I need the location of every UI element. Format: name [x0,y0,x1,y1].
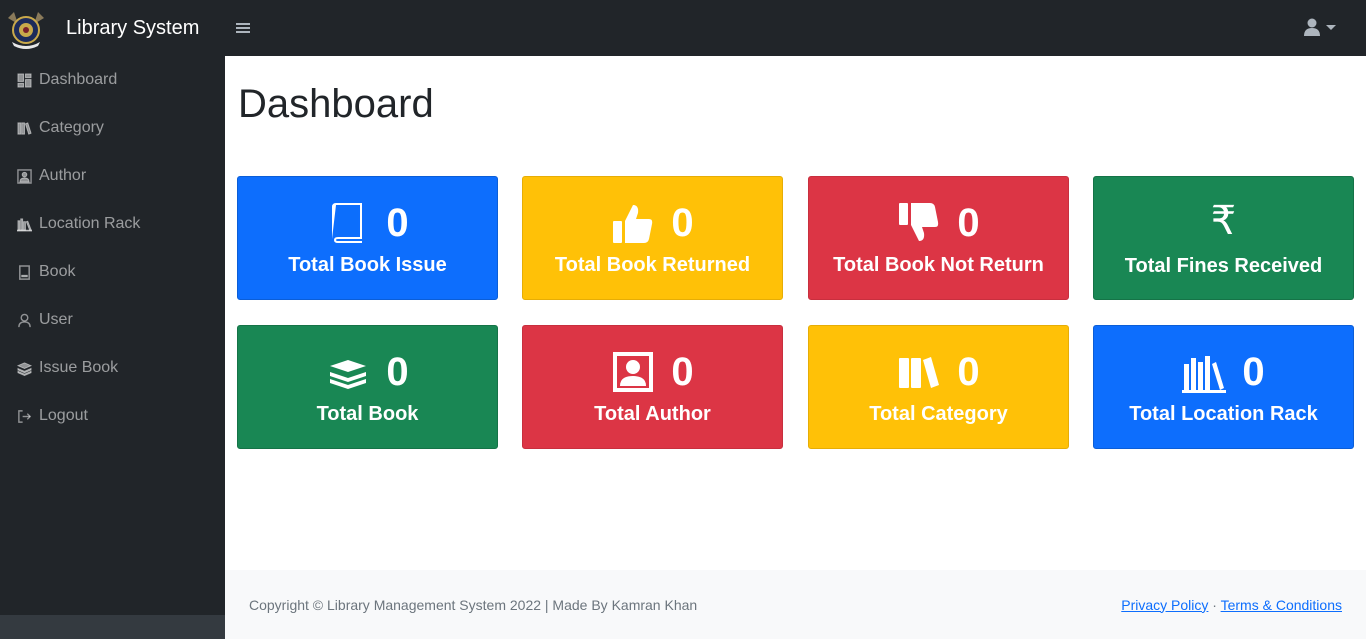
rack-icon [16,216,32,232]
app-title[interactable]: Library System [66,17,199,40]
sidebar-item-issue-book[interactable]: Issue Book [0,344,225,392]
thumbs-up-icon [613,205,653,243]
sidebar-item-label: Dashboard [39,71,118,88]
card-total-fines-received[interactable]: ₹ Total Fines Received [1093,176,1354,300]
sidebar: Dashboard Category Author Location Rack … [0,56,225,639]
sidebar-item-label: Location Rack [39,215,141,232]
card-total-author[interactable]: 0 Total Author [522,325,783,449]
card-label: Total Book Not Return [833,254,1044,276]
footer-links: Privacy Policy · Terms & Conditions [1121,597,1342,613]
sidebar-footer [0,615,225,639]
card-value: 0 [1242,350,1265,394]
top-navbar: Library System [0,0,1366,56]
user-icon [16,312,32,328]
university-logo-icon[interactable] [2,4,50,52]
privacy-policy-link[interactable]: Privacy Policy [1121,597,1208,613]
hamburger-menu-icon [236,23,251,33]
sidebar-item-author[interactable]: Author [0,152,225,200]
chevron-down-icon [1326,24,1336,30]
footer-separator: · [1212,596,1217,613]
user-menu-dropdown[interactable] [1304,18,1336,36]
card-total-location-rack[interactable]: 0 Total Location Rack [1093,325,1354,449]
sidebar-item-label: Issue Book [39,359,119,376]
book-icon [332,203,363,243]
card-value: 0 [671,201,694,245]
card-value: 0 [671,350,694,394]
sidebar-item-book[interactable]: Book [0,248,225,296]
page-footer: Copyright © Library Management System 20… [225,570,1366,639]
card-total-book-issue[interactable]: 0 Total Book Issue [237,176,498,300]
card-total-category[interactable]: 0 Total Category [808,325,1069,449]
card-label: Total Book [316,403,419,425]
sidebar-toggle-button[interactable] [233,18,253,38]
sidebar-item-user[interactable]: User [0,296,225,344]
card-label: Total Category [869,403,1008,425]
user-icon [1304,18,1320,36]
sidebar-item-label: Logout [39,407,88,424]
card-total-book-not-return[interactable]: 0 Total Book Not Return [808,176,1069,300]
rack-icon [1182,356,1227,393]
card-value: 0 [386,350,409,394]
sidebar-item-dashboard[interactable]: Dashboard [0,56,225,104]
sidebar-item-label: Author [39,167,87,184]
terms-conditions-link[interactable]: Terms & Conditions [1221,597,1342,613]
card-label: Total Author [594,403,711,425]
page-title: Dashboard [238,82,434,126]
sidebar-item-location-rack[interactable]: Location Rack [0,200,225,248]
card-label: Total Book Issue [288,254,447,276]
card-value: 0 [957,201,980,245]
sidebar-item-logout[interactable]: Logout [0,392,225,440]
card-total-book[interactable]: 0 Total Book [237,325,498,449]
card-total-book-returned[interactable]: 0 Total Book Returned [522,176,783,300]
sidebar-item-category[interactable]: Category [0,104,225,152]
dashboard-icon [16,72,32,88]
sidebar-item-label: Category [39,119,104,136]
book-icon [16,264,32,280]
card-label: Total Location Rack [1129,403,1318,425]
author-portrait-icon [613,352,654,392]
sidebar-item-label: User [39,311,73,328]
thumbs-down-icon [899,203,939,241]
card-label: Total Fines Received [1124,255,1323,277]
card-value: 0 [957,350,980,394]
author-portrait-icon [16,168,32,184]
book-stack-icon [330,360,367,389]
books-icon [16,120,32,136]
rupee-icon: ₹ [1210,199,1237,243]
copyright-text: Copyright © Library Management System 20… [249,596,698,613]
book-stack-icon [16,360,32,376]
card-label: Total Book Returned [554,254,751,276]
logout-icon [16,408,32,424]
main-content: Dashboard 0 Total Book Issue 0 Total Boo… [225,56,1366,570]
sidebar-item-label: Book [39,263,76,280]
card-value: 0 [386,201,409,245]
books-icon [899,357,940,388]
